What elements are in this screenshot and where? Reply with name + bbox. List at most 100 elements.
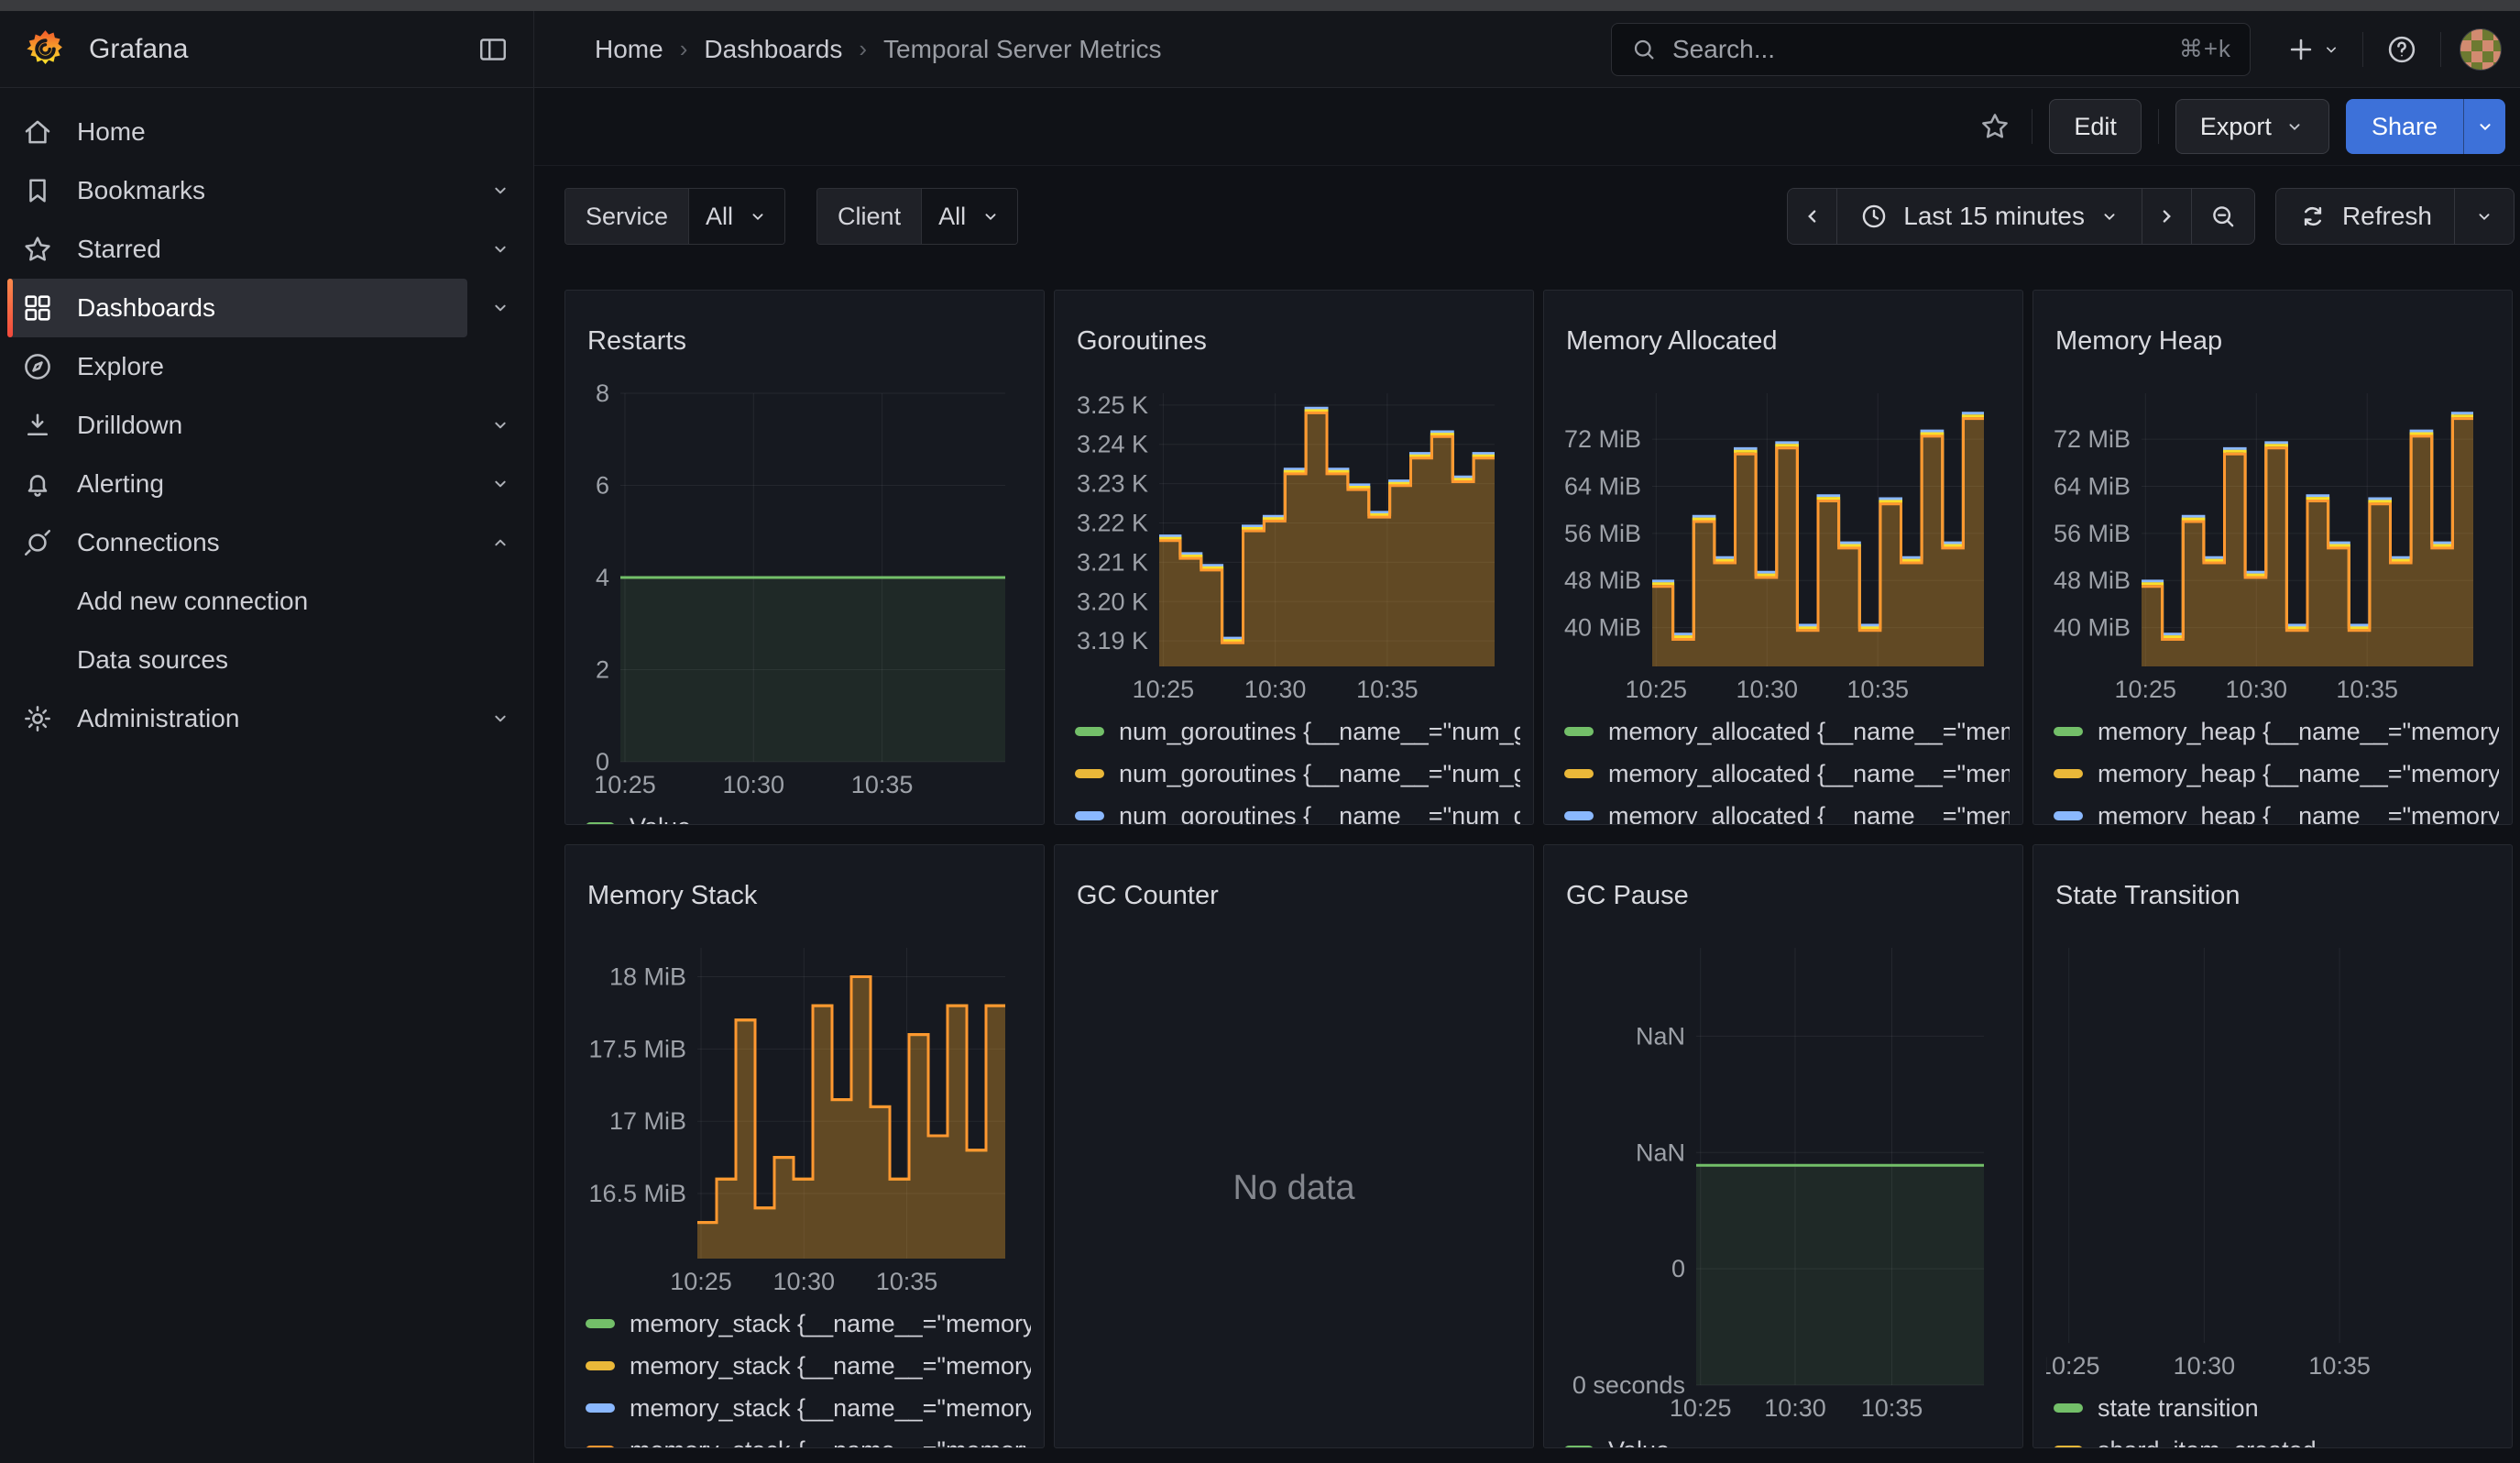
svg-text:10:25: 10:25	[2046, 1352, 2099, 1380]
panel-title[interactable]: Memory Heap	[2046, 320, 2499, 362]
sidebar-item-alerting[interactable]: Alerting	[7, 455, 467, 513]
svg-text:NaN: NaN	[1636, 1023, 1685, 1050]
user-avatar[interactable]	[2460, 28, 2502, 71]
sidebar-item-connections[interactable]: Connections	[7, 513, 467, 572]
chart-restarts[interactable]: 0246810:2510:3010:35	[578, 384, 1031, 800]
search-input[interactable]: Search... ⌘+k	[1611, 23, 2251, 76]
legend-item[interactable]: memory_stack {__name__="memory_s	[586, 1345, 1031, 1387]
chevron-down-icon[interactable]	[467, 689, 533, 748]
time-shift-forward-button[interactable]	[2142, 189, 2192, 244]
time-range-picker[interactable]: Last 15 minutes	[1837, 189, 2142, 244]
panel-title[interactable]: State Transition	[2046, 874, 2499, 917]
export-button[interactable]: Export	[2175, 99, 2329, 154]
chevron-up-icon[interactable]	[467, 513, 533, 572]
legend-item[interactable]: memory_heap {__name__="memory_h	[2054, 753, 2499, 795]
svg-text:56 MiB: 56 MiB	[2054, 520, 2131, 547]
variable-service: ServiceAll	[564, 188, 785, 245]
dashboard-variables: ServiceAll ClientAll	[564, 188, 1018, 245]
sidebar-item-administration[interactable]: Administration	[7, 689, 467, 748]
panel-legend: memory_allocated {__name__="memo memory_a…	[1564, 710, 2010, 825]
panel-title[interactable]: GC Counter	[1068, 874, 1520, 917]
legend-item[interactable]: memory_allocated {__name__="memo	[1564, 753, 2010, 795]
chart-goroutines[interactable]: 3.25 K3.24 K3.23 K3.22 K3.21 K3.20 K3.19…	[1068, 384, 1520, 705]
legend-item[interactable]: memory_stack {__name__="memory_s	[586, 1429, 1031, 1448]
share-button[interactable]: Share	[2346, 99, 2463, 154]
add-button[interactable]	[2282, 30, 2344, 69]
chart-memory-stack[interactable]: 16.5 MiB17 MiB17.5 MiB18 MiB10:2510:3010…	[578, 939, 1031, 1297]
chevron-down-icon[interactable]	[467, 396, 533, 455]
legend-swatch	[1564, 727, 1594, 736]
legend-label: shard_item_created	[2098, 1436, 2317, 1448]
panel-gc-counter: GC CounterNo data	[1054, 844, 1534, 1448]
svg-text:NaN: NaN	[1636, 1138, 1685, 1166]
svg-text:10:25: 10:25	[1670, 1394, 1732, 1422]
svg-text:2: 2	[596, 656, 609, 684]
gear-icon	[20, 702, 55, 735]
sidebar-item-starred[interactable]: Starred	[7, 220, 467, 279]
variable-client: ClientAll	[816, 188, 1018, 245]
sidebar-row: Drilldown	[0, 396, 533, 455]
chart-memory-allocated[interactable]: 40 MiB48 MiB56 MiB64 MiB72 MiB10:2510:30…	[1557, 384, 2010, 705]
share-menu-button[interactable]	[2463, 99, 2505, 154]
variable-value-dropdown[interactable]: All	[689, 189, 784, 244]
sidebar-item-add-new-connection[interactable]: Add new connection	[7, 572, 533, 631]
sidebar-item-drilldown[interactable]: Drilldown	[7, 396, 467, 455]
panel-title[interactable]: Goroutines	[1068, 320, 1520, 362]
sidebar-item-bookmarks[interactable]: Bookmarks	[7, 161, 467, 220]
legend-item[interactable]: memory_allocated {__name__="memo	[1564, 710, 2010, 753]
chevron-down-icon[interactable]	[467, 279, 533, 337]
sidebar-item-label: Home	[77, 117, 146, 147]
legend-label: memory_allocated {__name__="memo	[1608, 718, 2010, 746]
panel-title[interactable]: Memory Allocated	[1557, 320, 2010, 362]
legend-item[interactable]: memory_heap {__name__="memory_h	[2054, 795, 2499, 825]
legend-item[interactable]: num_goroutines {__name__="num_go	[1075, 710, 1520, 753]
legend-item[interactable]: memory_heap {__name__="memory_h	[2054, 710, 2499, 753]
svg-text:17.5 MiB: 17.5 MiB	[588, 1036, 686, 1063]
chart-state-transition[interactable]: 10:2510:3010:35	[2046, 939, 2499, 1381]
panel-memory-allocated: Memory Allocated 40 MiB48 MiB56 MiB64 MiB…	[1543, 290, 2023, 825]
legend-swatch	[586, 1446, 615, 1448]
legend-label: memory_allocated {__name__="memo	[1608, 802, 2010, 825]
legend-item[interactable]: state transition	[2054, 1387, 2499, 1429]
chevron-down-icon[interactable]	[467, 220, 533, 279]
collapse-sidebar-icon[interactable]	[473, 29, 513, 70]
legend-label: memory_heap {__name__="memory_h	[2098, 718, 2499, 746]
panel-title[interactable]: GC Pause	[1557, 874, 2010, 917]
zoom-out-time-button[interactable]	[2192, 189, 2254, 244]
star-dashboard-icon[interactable]	[1975, 106, 2015, 147]
legend-item[interactable]: shard_item_created	[2054, 1429, 2499, 1448]
svg-text:0: 0	[1671, 1255, 1685, 1282]
variable-value-dropdown[interactable]: All	[922, 189, 1017, 244]
legend-item[interactable]: memory_allocated {__name__="memo	[1564, 795, 2010, 825]
edit-button[interactable]: Edit	[2049, 99, 2142, 154]
time-shift-back-button[interactable]	[1788, 189, 1837, 244]
breadcrumb-dashboards[interactable]: Dashboards	[704, 35, 842, 64]
legend-item[interactable]: Value	[586, 806, 1031, 825]
panel-title[interactable]: Memory Stack	[578, 874, 1031, 917]
sidebar-item-explore[interactable]: Explore	[7, 337, 533, 396]
legend-item[interactable]: memory_stack {__name__="memory_s	[586, 1303, 1031, 1345]
panel-legend: memory_heap {__name__="memory_hmemory_he…	[2054, 710, 2499, 825]
search-icon	[1630, 36, 1658, 63]
refresh-interval-button[interactable]	[2455, 189, 2514, 244]
sidebar-item-dashboards[interactable]: Dashboards	[7, 279, 467, 337]
legend-item[interactable]: memory_stack {__name__="memory_s	[586, 1387, 1031, 1429]
legend-item[interactable]: num_goroutines {__name__="num_go	[1075, 753, 1520, 795]
sidebar-item-label: Starred	[77, 235, 161, 264]
breadcrumb-home[interactable]: Home	[595, 35, 663, 64]
help-icon[interactable]	[2382, 29, 2422, 70]
legend-item[interactable]: Value	[1564, 1429, 2010, 1448]
chevron-down-icon[interactable]	[467, 161, 533, 220]
refresh-button[interactable]: Refresh	[2276, 189, 2455, 244]
panel-legend: Value	[586, 806, 1031, 825]
dashboard-toolbar: Edit Export Share	[534, 88, 2520, 166]
panel-title[interactable]: Restarts	[578, 320, 1031, 362]
sidebar-item-home[interactable]: Home	[7, 103, 533, 161]
chart-gc-pause[interactable]: 0 seconds0NaNNaN10:2510:3010:35	[1557, 939, 2010, 1424]
chevron-down-icon[interactable]	[467, 455, 533, 513]
chart-memory-heap[interactable]: 40 MiB48 MiB56 MiB64 MiB72 MiB10:2510:30…	[2046, 384, 2499, 705]
legend-label: num_goroutines {__name__="num_go	[1119, 718, 1520, 746]
bookmark-icon	[20, 174, 55, 207]
sidebar-item-data-sources[interactable]: Data sources	[7, 631, 533, 689]
legend-item[interactable]: num_goroutines {__name__="num_go	[1075, 795, 1520, 825]
